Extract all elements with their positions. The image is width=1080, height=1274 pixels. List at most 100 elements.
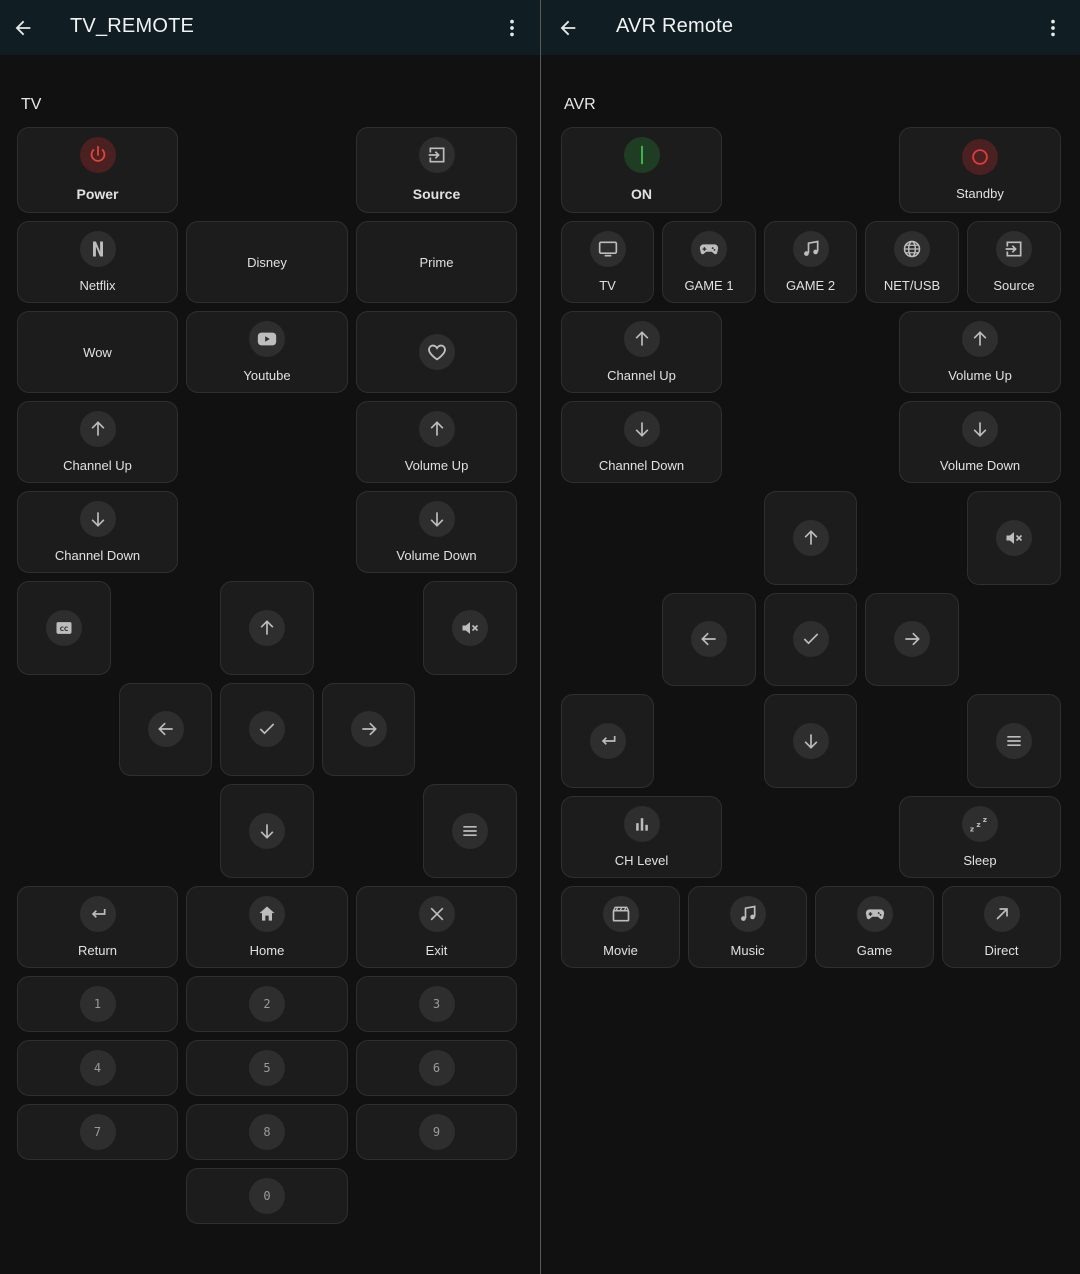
arrow-down-icon	[792, 723, 829, 759]
digit-4-button[interactable]: 4	[17, 1040, 178, 1096]
arrow-down-icon	[962, 411, 998, 447]
input-game2-label: GAME 2	[785, 278, 836, 293]
input-netusb-label: NET/USB	[883, 278, 941, 293]
mute-button[interactable]	[423, 581, 517, 675]
dpad-right-button[interactable]	[322, 683, 415, 776]
favorite-button[interactable]	[356, 311, 517, 393]
sleep-button[interactable]: zzz Sleep	[899, 796, 1061, 878]
input-source-button[interactable]: Source	[967, 221, 1061, 303]
input-game2-button[interactable]: GAME 2	[764, 221, 857, 303]
sleep-label: Sleep	[963, 853, 997, 868]
digit-3-icon: 3	[418, 986, 455, 1022]
channel-down-button[interactable]: Channel Down	[561, 401, 722, 483]
power-icon	[79, 137, 116, 173]
globe-icon	[894, 231, 930, 267]
youtube-button[interactable]: Youtube	[186, 311, 348, 393]
digit-6-icon: 6	[418, 1050, 455, 1086]
digit-1-button[interactable]: 1	[17, 976, 178, 1032]
disney-button[interactable]: Disney	[186, 221, 348, 303]
on-button[interactable]: ON	[561, 127, 722, 213]
digit-9-icon: 9	[418, 1114, 455, 1150]
dpad-left-button[interactable]	[662, 593, 756, 686]
youtube-label: Youtube	[243, 368, 291, 383]
wow-button[interactable]: Wow	[17, 311, 178, 393]
volume-down-button[interactable]: Volume Down	[356, 491, 517, 573]
keyboard-return-icon	[589, 723, 626, 759]
prime-button[interactable]: Prime	[356, 221, 517, 303]
disney-label: Disney	[247, 255, 287, 270]
ch-level-button[interactable]: CH Level	[561, 796, 722, 878]
input-tv-button[interactable]: TV	[561, 221, 654, 303]
return-button[interactable]: Return	[17, 886, 178, 968]
digit-8-icon: 8	[249, 1114, 285, 1150]
dpad-right-button[interactable]	[865, 593, 959, 686]
dpad-left-button[interactable]	[119, 683, 212, 776]
digit-7-button[interactable]: 7	[17, 1104, 178, 1160]
exit-button[interactable]: Exit	[356, 886, 517, 968]
return-button[interactable]	[561, 694, 654, 788]
standby-button[interactable]: Standby	[899, 127, 1061, 213]
arrow-up-icon	[79, 411, 116, 447]
digit-0-button[interactable]: 0	[186, 1168, 348, 1224]
mode-movie-label: Movie	[603, 943, 638, 958]
check-icon	[249, 711, 285, 747]
digit-9-button[interactable]: 9	[356, 1104, 517, 1160]
volume-up-button[interactable]: Volume Up	[899, 311, 1061, 393]
volume-down-button[interactable]: Volume Down	[899, 401, 1061, 483]
input-netusb-button[interactable]: NET/USB	[865, 221, 959, 303]
youtube-icon	[249, 321, 285, 357]
mode-game-button[interactable]: Game	[815, 886, 934, 968]
digit-8-button[interactable]: 8	[186, 1104, 348, 1160]
channel-up-label: Channel Up	[607, 368, 676, 383]
digit-3-button[interactable]: 3	[356, 976, 517, 1032]
heart-icon	[418, 334, 455, 370]
svg-text:CC: CC	[60, 627, 69, 633]
more-vert-icon[interactable]	[498, 14, 526, 42]
arrow-up-icon	[623, 321, 660, 357]
digit-2-button[interactable]: 2	[186, 976, 348, 1032]
digit-6-button[interactable]: 6	[356, 1040, 517, 1096]
mode-music-label: Music	[730, 943, 765, 958]
back-arrow-icon[interactable]	[9, 14, 37, 42]
power-button[interactable]: Power	[17, 127, 178, 213]
more-vert-icon[interactable]	[1039, 14, 1067, 42]
dpad-down-button[interactable]	[764, 694, 857, 788]
standby-label: Standby	[956, 186, 1004, 201]
digit-5-button[interactable]: 5	[186, 1040, 348, 1096]
prime-label: Prime	[419, 255, 454, 270]
netflix-button[interactable]: Netflix	[17, 221, 178, 303]
top-app-bar: TV_REMOTE	[0, 0, 540, 55]
dpad-ok-button[interactable]	[220, 683, 314, 776]
home-button[interactable]: Home	[186, 886, 348, 968]
subtitles-button[interactable]: CC	[17, 581, 111, 675]
wow-label: Wow	[83, 345, 112, 360]
input-game1-button[interactable]: GAME 1	[662, 221, 756, 303]
menu-button[interactable]	[967, 694, 1061, 788]
back-arrow-icon[interactable]	[554, 14, 582, 42]
television-icon	[589, 231, 626, 267]
svg-text:z: z	[976, 820, 980, 829]
arrow-top-right-icon	[983, 896, 1020, 932]
section-title: TV	[21, 96, 42, 113]
mode-movie-button[interactable]: Movie	[561, 886, 680, 968]
menu-icon	[452, 813, 488, 849]
dpad-up-button[interactable]	[220, 581, 314, 675]
close-icon	[418, 896, 455, 932]
mode-direct-label: Direct	[984, 943, 1019, 958]
source-button[interactable]: Source	[356, 127, 517, 213]
mode-direct-button[interactable]: Direct	[942, 886, 1061, 968]
volume-off-icon	[452, 610, 488, 646]
channel-up-button[interactable]: Channel Up	[17, 401, 178, 483]
dpad-ok-button[interactable]	[764, 593, 857, 686]
dpad-down-button[interactable]	[220, 784, 314, 878]
arrow-down-icon	[79, 501, 116, 537]
avr-remote-pane: AVR Remote AVR ON Standby TV GAME 1 GAME…	[541, 0, 1080, 1274]
dpad-up-button[interactable]	[764, 491, 857, 585]
volume-up-button[interactable]: Volume Up	[356, 401, 517, 483]
menu-button[interactable]	[423, 784, 517, 878]
channel-down-button[interactable]: Channel Down	[17, 491, 178, 573]
channel-up-button[interactable]: Channel Up	[561, 311, 722, 393]
ch-level-label: CH Level	[614, 853, 669, 868]
mode-music-button[interactable]: Music	[688, 886, 807, 968]
mute-button[interactable]	[967, 491, 1061, 585]
